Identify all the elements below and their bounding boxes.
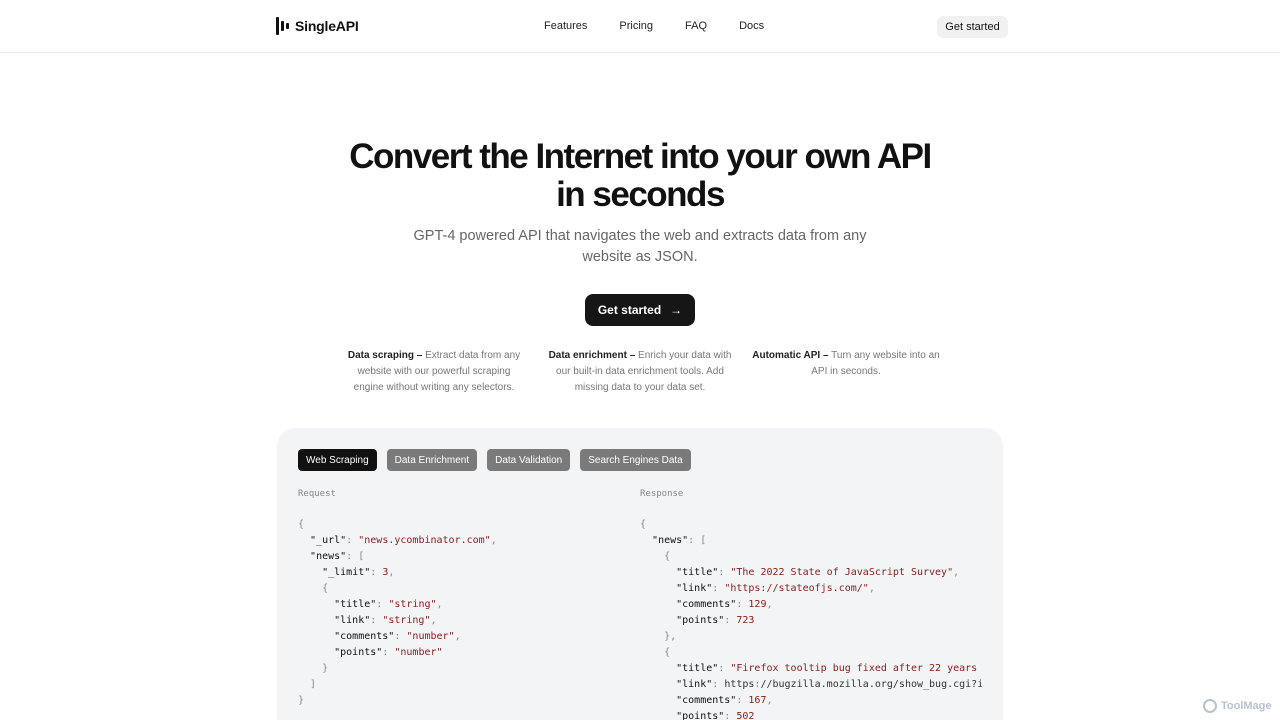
nav-faq[interactable]: FAQ [685, 20, 707, 32]
watermark-logo-icon [1203, 699, 1217, 713]
response-code-line: { [664, 647, 671, 658]
header-get-started-button[interactable]: Get started [937, 16, 1008, 38]
request-code-line: "news": [ [310, 551, 365, 562]
request-code-line: "comments": "number", [334, 631, 461, 642]
request-code-line: { [322, 583, 329, 594]
response-code-line: "title": "The 2022 State of JavaScript S… [676, 567, 960, 578]
feature-data-enrichment: Data enrichment – Enrich your data with … [548, 348, 732, 396]
feature-title: Automatic API – [752, 350, 829, 361]
nav-pricing[interactable]: Pricing [619, 20, 653, 32]
main-nav: Features Pricing FAQ Docs [544, 20, 764, 32]
hero-cta-label: Get started [597, 303, 662, 317]
response-label: Response [640, 489, 684, 499]
tab-data-enrichment[interactable]: Data Enrichment [386, 449, 478, 471]
response-code-line: "comments": 167, [676, 695, 773, 706]
feature-automatic-api: Automatic API – Turn any website into an… [752, 348, 940, 380]
hero-title: Convert the Internet into your own API i… [349, 137, 932, 214]
feature-data-scraping: Data scraping – Extract data from any we… [345, 348, 523, 396]
request-code-line: "_url": "news.ycombinator.com", [310, 535, 497, 546]
feature-text: Turn any website into an API in seconds. [811, 350, 940, 377]
request-label: Request [298, 489, 336, 499]
nav-features[interactable]: Features [544, 20, 587, 32]
response-code-line: "link": "https://stateofjs.com/", [676, 583, 875, 594]
request-code-line: } [322, 663, 329, 674]
response-code-line: { [664, 551, 671, 562]
request-code-line: "points": "number" [334, 647, 443, 658]
request-code-block: { "_url": "news.ycombinator.com", "news"… [298, 517, 628, 709]
nav-docs[interactable]: Docs [739, 20, 764, 32]
response-code-line: { [640, 519, 647, 530]
site-header: SingleAPI Features Pricing FAQ Docs Get … [0, 0, 1280, 53]
hero-get-started-button[interactable]: Get started → [585, 294, 695, 326]
response-code-line: "comments": 129, [676, 599, 773, 610]
response-code-line: "link": https://bugzilla.mozilla.org/sho… [676, 679, 982, 690]
request-code-line: ] [310, 679, 317, 690]
example-tabs: Web Scraping Data Enrichment Data Valida… [298, 449, 691, 471]
watermark-text: ToolMage [1221, 700, 1272, 712]
code-example-panel: Web Scraping Data Enrichment Data Valida… [277, 428, 1003, 720]
feature-title: Data enrichment – [548, 350, 636, 361]
request-code-line: } [298, 695, 305, 706]
request-code-line: { [298, 519, 305, 530]
watermark: ToolMage [1203, 699, 1272, 713]
response-code-line: "title": "Firefox tooltip bug fixed afte… [676, 663, 982, 674]
response-code-line: }, [664, 631, 677, 642]
feature-title: Data scraping – [347, 350, 423, 361]
hero-subtitle: GPT-4 powered API that navigates the web… [413, 228, 867, 265]
brand-logo[interactable]: SingleAPI [276, 17, 359, 35]
request-code-line: "title": "string", [334, 599, 443, 610]
request-code-line: "link": "string", [334, 615, 437, 626]
tab-search-engines-data[interactable]: Search Engines Data [580, 449, 691, 471]
response-code-line: "points": 723 [676, 615, 755, 626]
request-code-line: "_limit": 3, [322, 567, 395, 578]
response-code-line: "points": 502 [676, 711, 755, 720]
response-code-line: "news": [ [652, 535, 707, 546]
brand-name: SingleAPI [295, 18, 359, 34]
tab-web-scraping[interactable]: Web Scraping [298, 449, 377, 471]
arrow-right-icon: → [670, 303, 683, 317]
response-code-block: { "news": [ { "title": "The 2022 State o… [640, 517, 982, 720]
tab-data-validation[interactable]: Data Validation [487, 449, 571, 471]
logo-bars-icon [276, 17, 290, 35]
